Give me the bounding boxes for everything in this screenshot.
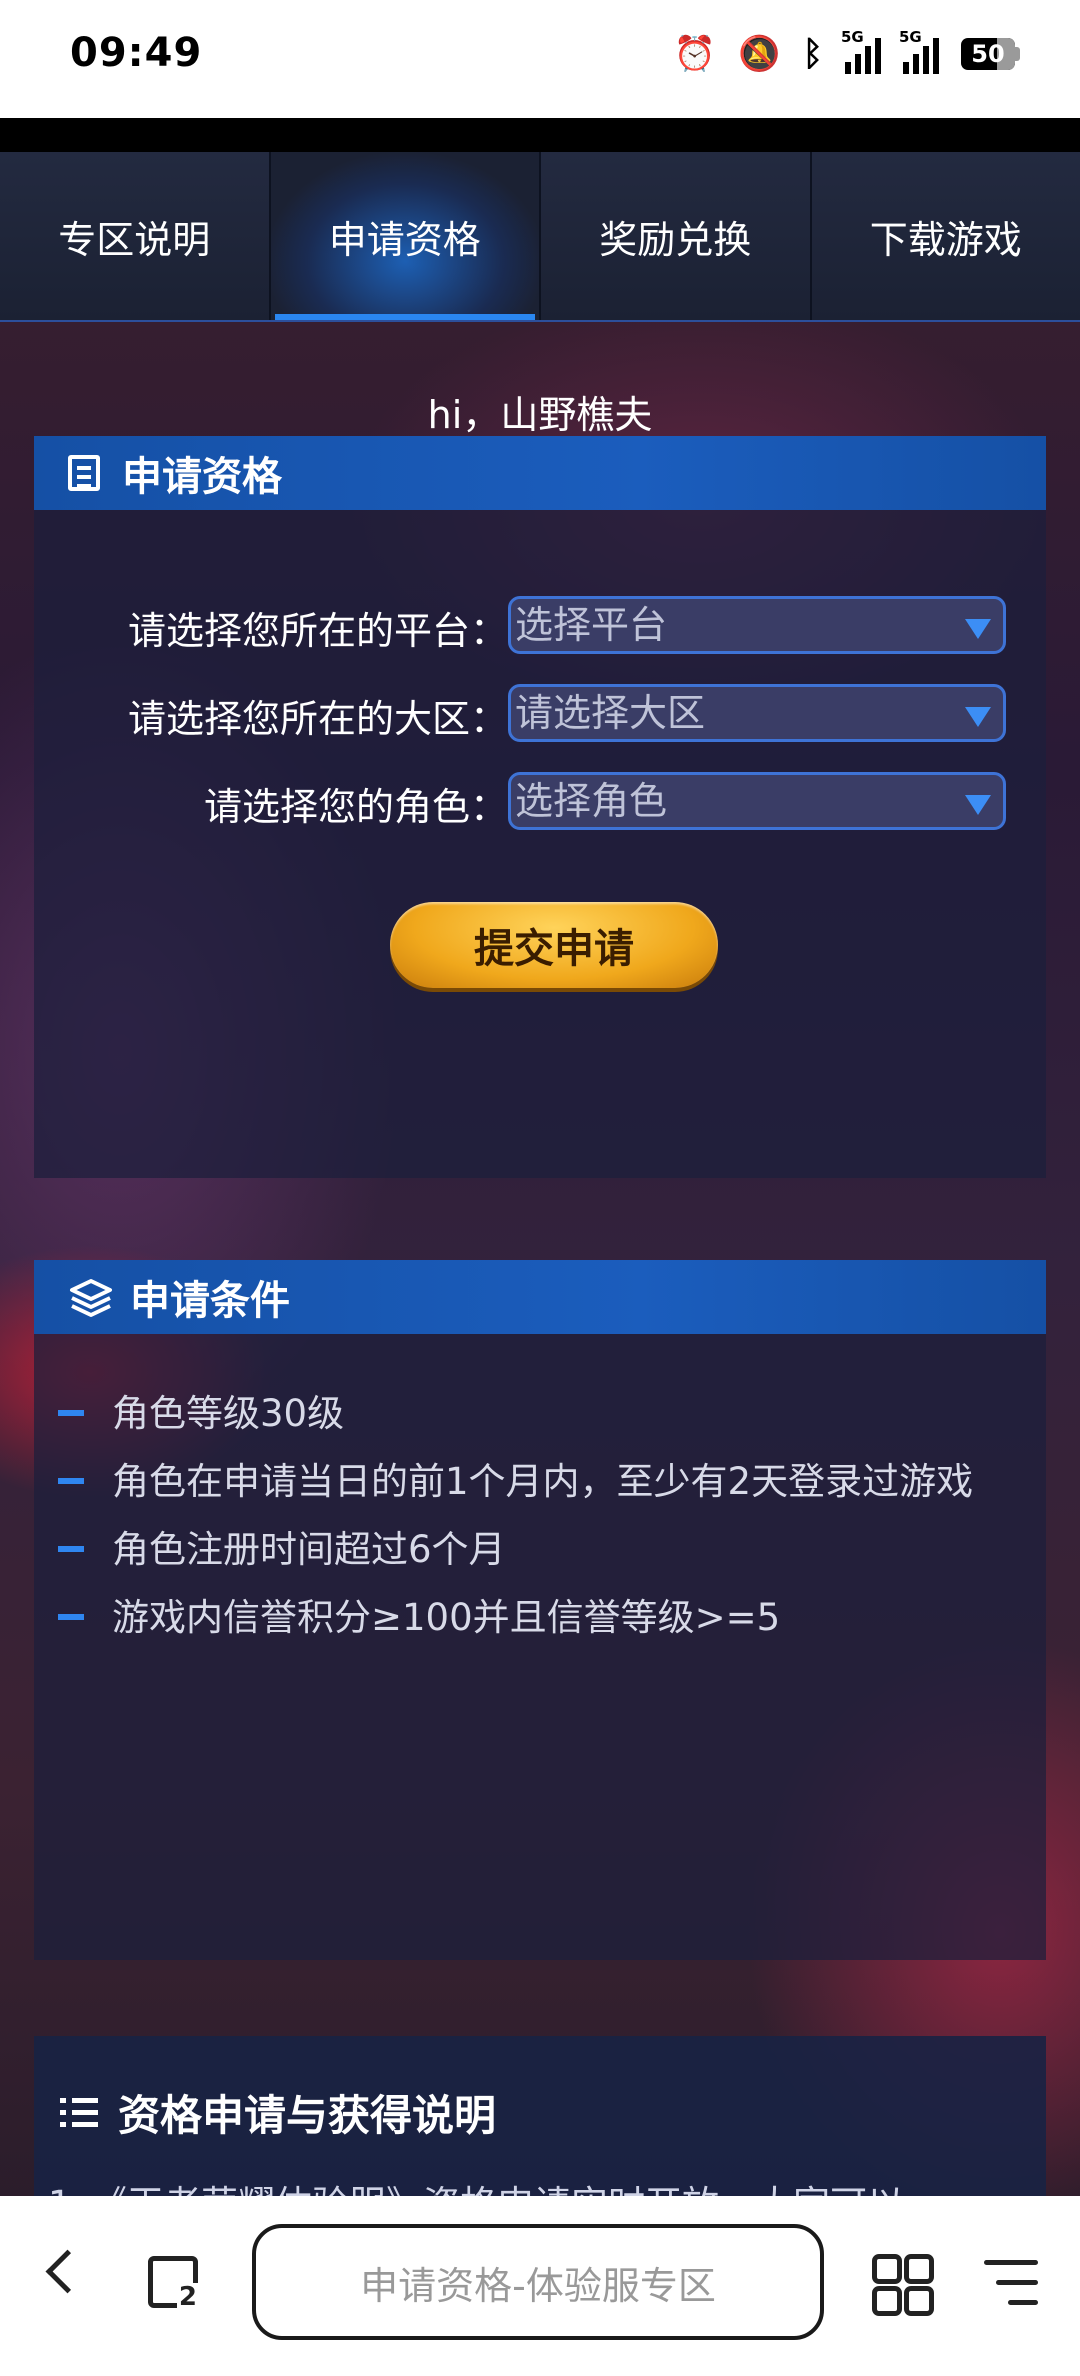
dash-icon <box>58 1546 84 1552</box>
apps-grid-icon[interactable] <box>872 2254 934 2316</box>
apply-panel-title: 申请资格 <box>122 454 282 500</box>
conditions-panel-title: 申请条件 <box>130 1278 290 1324</box>
role-row: 请选择您的角色： 选择角色 <box>34 772 1046 834</box>
back-icon[interactable] <box>45 2249 90 2294</box>
conditions-panel-header: 申请条件 <box>34 1260 1046 1334</box>
tab-download[interactable]: 下载游戏 <box>811 152 1080 320</box>
clock: 09:49 <box>70 30 203 76</box>
document-icon <box>68 455 100 491</box>
platform-label: 请选择您所在的平台： <box>127 609 508 653</box>
address-bar-text: 申请资格-体验服专区 <box>360 2263 716 2308</box>
tab-apply[interactable]: 申请资格 <box>270 152 541 320</box>
apply-panel-header: 申请资格 <box>34 436 1046 510</box>
dropdown-arrow-icon <box>965 707 991 727</box>
tab-rewards[interactable]: 奖励兑换 <box>541 152 812 320</box>
tab-bar: 专区说明 申请资格 奖励兑换 下载游戏 <box>0 152 1080 322</box>
info-panel: 资格申请与获得说明 1、《王者荣耀体验服》资格申请实时开放，大家可以 <box>34 2036 1046 2196</box>
signal-icon: 5G <box>841 28 881 74</box>
submit-button[interactable]: 提交申请 <box>390 902 718 988</box>
info-panel-title-row: 资格申请与获得说明 <box>60 2082 496 2143</box>
region-select[interactable]: 请选择大区 <box>508 684 1006 742</box>
list-item: 角色在申请当日的前1个月内，至少有2天登录过游戏 <box>34 1448 1046 1516</box>
battery-icon: 50 <box>961 38 1020 70</box>
browser-toolbar: 2 申请资格-体验服专区 <box>0 2196 1080 2376</box>
top-divider <box>0 118 1080 152</box>
list-item: 角色注册时间超过6个月 <box>34 1516 1046 1584</box>
dash-icon <box>58 1410 84 1416</box>
status-icons: ⏰ 🔕 ᛒ 5G 5G 50 <box>673 28 1020 74</box>
tab-count: 2 <box>176 2282 199 2312</box>
status-bar: 09:49 ⏰ 🔕 ᛒ 5G 5G 50 <box>0 0 1080 118</box>
signal-icon: 5G <box>899 28 939 74</box>
layers-icon <box>68 1277 112 1317</box>
mute-icon: 🔕 <box>738 34 781 74</box>
role-label: 请选择您的角色： <box>203 785 508 829</box>
list-item: 角色等级30级 <box>34 1380 1046 1448</box>
address-bar[interactable]: 申请资格-体验服专区 <box>252 2224 824 2340</box>
tab-intro[interactable]: 专区说明 <box>0 152 271 320</box>
alarm-icon: ⏰ <box>673 34 717 74</box>
platform-row: 请选择您所在的平台： 选择平台 <box>34 596 1046 658</box>
role-select[interactable]: 选择角色 <box>508 772 1006 830</box>
tabs-count-icon[interactable]: 2 <box>148 2256 199 2312</box>
menu-icon[interactable] <box>984 2260 1038 2306</box>
dropdown-arrow-icon <box>965 795 991 815</box>
region-row: 请选择您所在的大区： 请选择大区 <box>34 684 1046 746</box>
info-first-line: 1、《王者荣耀体验服》资格申请实时开放，大家可以 <box>48 2174 904 2196</box>
greeting-text: hi，山野樵夫 <box>427 393 653 437</box>
apply-panel: 申请资格 请选择您所在的平台： 选择平台 请选择您所在的大区： 请选择大区 请选… <box>34 436 1046 1178</box>
info-panel-title: 资格申请与获得说明 <box>118 2091 497 2140</box>
conditions-list: 角色等级30级 角色在申请当日的前1个月内，至少有2天登录过游戏 角色注册时间超… <box>34 1380 1046 1652</box>
list-icon <box>60 2096 98 2130</box>
conditions-panel: 申请条件 角色等级30级 角色在申请当日的前1个月内，至少有2天登录过游戏 角色… <box>34 1260 1046 1960</box>
list-item: 游戏内信誉积分≥100并且信誉等级>=5 <box>34 1584 1046 1652</box>
dash-icon <box>58 1478 84 1484</box>
page-content[interactable]: 专区说明 申请资格 奖励兑换 下载游戏 hi，山野樵夫 申请资格 请选择您所在的… <box>0 152 1080 2196</box>
dropdown-arrow-icon <box>965 619 991 639</box>
platform-select[interactable]: 选择平台 <box>508 596 1006 654</box>
region-label: 请选择您所在的大区： <box>127 697 508 741</box>
bluetooth-icon: ᛒ <box>802 34 823 74</box>
dash-icon <box>58 1614 84 1620</box>
